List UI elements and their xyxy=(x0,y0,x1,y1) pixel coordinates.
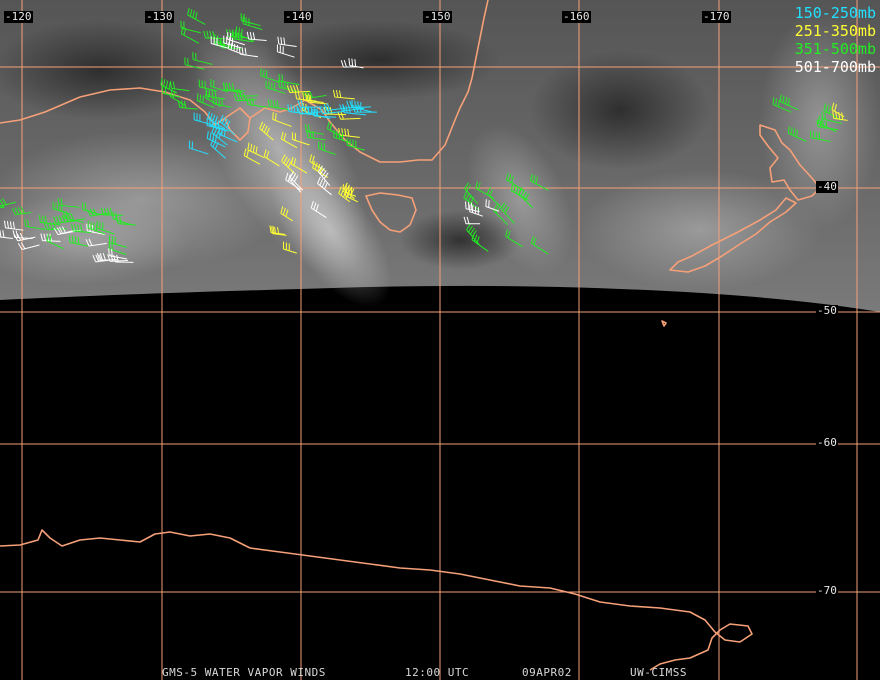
legend-entry-351-500: 351-500mb xyxy=(794,40,876,58)
longitude-label: -130 xyxy=(145,10,174,23)
legend-entry-501-700: 501-700mb xyxy=(794,58,876,76)
latitude-label: -60 xyxy=(816,436,838,449)
latitude-label: -40 xyxy=(816,180,838,193)
product-name: GMS-5 WATER VAPOR WINDS xyxy=(162,666,326,679)
observation-time: 12:00 UTC xyxy=(405,666,470,679)
antarctica-coastline xyxy=(0,529,753,671)
water-vapor-map xyxy=(0,0,880,680)
longitude-label: -120 xyxy=(4,10,33,23)
latitude-label: -50 xyxy=(816,304,838,317)
longitude-label: -160 xyxy=(562,10,591,23)
longitude-label: -170 xyxy=(702,10,731,23)
longitude-label: -140 xyxy=(284,10,313,23)
legend-entry-150-250: 150-250mb xyxy=(794,4,876,22)
pressure-legend: 150-250mb 251-350mb 351-500mb 501-700mb xyxy=(795,4,876,76)
legend-entry-251-350: 251-350mb xyxy=(794,22,876,40)
latitude-label: -70 xyxy=(816,584,838,597)
longitude-label: -150 xyxy=(423,10,452,23)
source-credit: UW-CIMSS xyxy=(630,666,687,679)
observation-date: 09APR02 xyxy=(522,666,572,679)
small-island xyxy=(661,320,667,327)
